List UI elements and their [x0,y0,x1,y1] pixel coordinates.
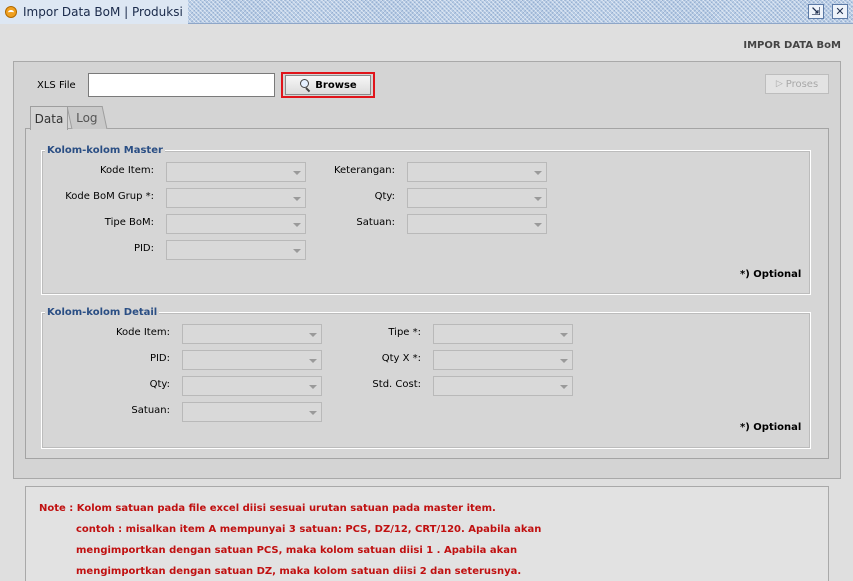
note-line: Note : Kolom satuan pada file excel diis… [39,503,496,514]
tab-log-label: Log [76,111,98,125]
detail-pid-label: PID: [149,353,170,364]
detail-qty-x-select[interactable] [433,350,573,370]
detail-qty-label: Qty: [149,379,170,390]
page-title: IMPOR DATA BoM [743,40,841,51]
master-kode-bom-grup-select[interactable] [166,188,306,208]
master-pid-label: PID: [133,243,154,254]
close-icon: ✕ [835,5,845,18]
play-arrow-icon: ▷ [775,79,783,89]
master-group-title: Kolom-kolom Master [45,145,165,156]
app-logo-icon [5,6,17,18]
close-button[interactable]: ✕ [832,4,848,19]
detail-tipe-select[interactable] [433,324,573,344]
detail-satuan-label: Satuan: [131,405,170,416]
master-optional-note: *) Optional [740,269,802,280]
restore-button[interactable]: ⇲ [808,4,824,19]
detail-std-cost-label: Std. Cost: [372,379,421,390]
detail-tipe-label: Tipe *: [388,327,421,338]
master-keterangan-select[interactable] [407,162,547,182]
master-kode-item-select[interactable] [166,162,306,182]
proses-button[interactable]: ▷ Proses [765,74,829,94]
window-title: Impor Data BoM | Produksi [23,5,183,19]
browse-button[interactable]: Browse [285,75,371,95]
xls-file-input[interactable] [88,73,275,97]
tab-log[interactable]: Log [66,106,108,129]
detail-pid-select[interactable] [182,350,322,370]
proses-button-label: Proses [785,78,819,90]
master-satuan-label: Satuan: [356,217,395,228]
master-pid-select[interactable] [166,240,306,260]
detail-optional-note: *) Optional [740,422,802,433]
master-satuan-select[interactable] [407,214,547,234]
note-line: contoh : misalkan item A mempunyai 3 sat… [76,524,542,535]
restore-icon: ⇲ [811,5,821,18]
title-bar: Impor Data BoM | Produksi ⇲ ✕ [0,0,853,24]
detail-group-title: Kolom-kolom Detail [45,307,160,318]
master-tipe-bom-select[interactable] [166,214,306,234]
master-kode-bom-grup-label: Kode BoM Grup *: [65,191,154,202]
tab-data-label: Data [34,111,64,126]
master-qty-select[interactable] [407,188,547,208]
note-line: mengimportkan dengan satuan PCS, maka ko… [76,545,518,556]
detail-kode-item-select[interactable] [182,324,322,344]
detail-std-cost-select[interactable] [433,376,573,396]
detail-satuan-select[interactable] [182,402,322,422]
master-keterangan-label: Keterangan: [333,165,395,176]
master-qty-label: Qty: [374,191,395,202]
detail-qty-x-label: Qty X *: [381,353,421,364]
master-kode-item-label: Kode Item: [100,165,154,176]
master-tipe-bom-label: Tipe BoM: [104,217,154,228]
detail-kode-item-label: Kode Item: [116,327,170,338]
xls-file-label: XLS File [37,80,76,91]
note-line: mengimportkan dengan satuan DZ, maka kol… [76,566,522,577]
browse-button-label: Browse [315,79,357,91]
magnifier-icon [299,79,311,91]
tab-data[interactable]: Data [30,106,68,130]
detail-qty-select[interactable] [182,376,322,396]
